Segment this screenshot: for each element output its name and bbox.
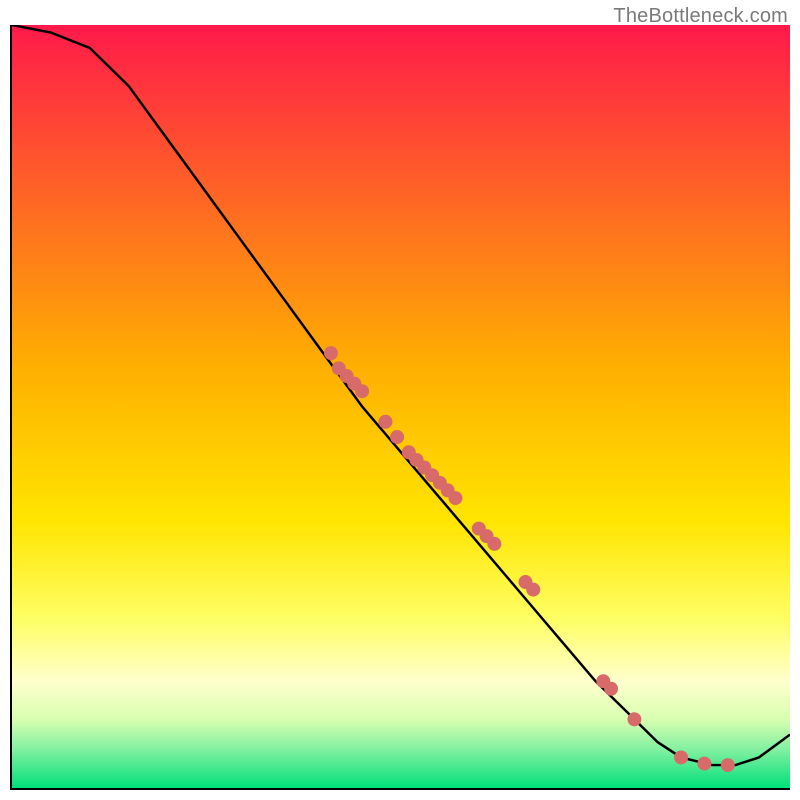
chart-overlay xyxy=(12,25,790,788)
data-marker xyxy=(604,682,618,696)
data-marker xyxy=(378,415,392,429)
data-marker xyxy=(324,346,338,360)
data-marker xyxy=(697,757,711,771)
data-marker xyxy=(390,430,404,444)
bottleneck-line xyxy=(12,25,790,765)
data-marker xyxy=(627,712,641,726)
data-markers xyxy=(324,346,735,772)
data-marker xyxy=(487,537,501,551)
data-marker xyxy=(721,758,735,772)
data-marker xyxy=(355,384,369,398)
data-marker xyxy=(448,491,462,505)
data-marker xyxy=(674,750,688,764)
plot-area xyxy=(10,25,790,790)
bottleneck-chart: TheBottleneck.com xyxy=(0,0,800,800)
data-marker xyxy=(526,583,540,597)
